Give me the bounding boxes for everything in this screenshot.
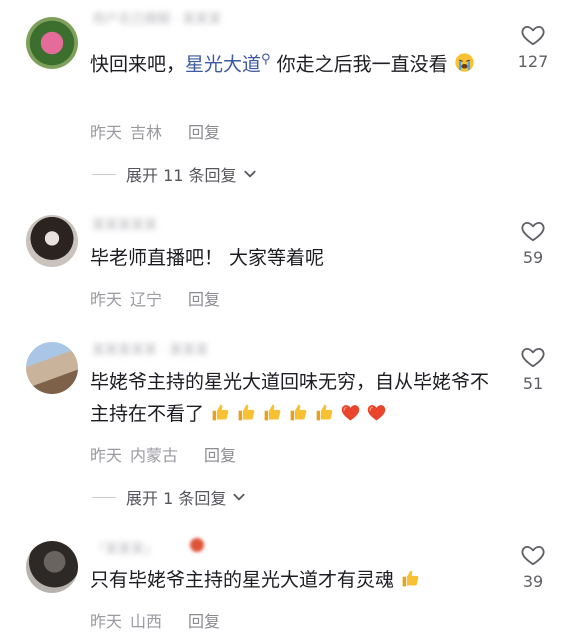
username-badge	[190, 538, 204, 552]
comment-time: 昨天	[90, 290, 123, 309]
like-button[interactable]: 51	[508, 344, 558, 393]
comment-text: 毕老师直播吧！ 大家等着呢	[90, 247, 325, 269]
comment-text: 只有毕姥爷主持的星光大道才有灵魂	[90, 564, 510, 596]
comment-time: 昨天	[90, 612, 123, 631]
expand-replies-button[interactable]: 展开 11 条回复	[92, 162, 257, 186]
heart-outline-icon[interactable]	[520, 218, 546, 244]
like-button[interactable]: 59	[508, 218, 558, 267]
search-link[interactable]: 星光大道	[185, 53, 261, 75]
search-icon[interactable]: ⚲	[261, 52, 271, 67]
heart-outline-icon[interactable]	[520, 542, 546, 568]
expand-replies-button[interactable]: 展开 1 条回复	[92, 485, 246, 509]
expand-replies-label: 展开 11 条回复	[126, 166, 237, 185]
thumbs-up-icon	[288, 402, 309, 423]
comment-location: 辽宁	[130, 290, 163, 309]
comment-meta: 昨天 辽宁 回复	[90, 286, 228, 310]
avatar[interactable]	[26, 342, 78, 394]
reply-button[interactable]: 回复	[188, 123, 220, 142]
chevron-down-icon	[232, 490, 246, 504]
comment-location: 山西	[130, 612, 163, 631]
expand-divider	[92, 496, 116, 498]
like-count: 127	[517, 52, 549, 71]
comment-time: 昨天	[90, 446, 123, 465]
comment-meta: 昨天 吉林 回复	[90, 119, 228, 143]
comment-username[interactable]: 某某某某某 · 某某某	[92, 339, 208, 358]
comment-text-content: 只有毕姥爷主持的星光大道才有灵魂	[90, 569, 395, 591]
heart-icon	[340, 402, 361, 423]
reply-button[interactable]: 回复	[204, 446, 236, 465]
avatar[interactable]	[26, 541, 78, 593]
like-count: 51	[522, 374, 544, 393]
chevron-down-icon	[243, 167, 257, 181]
heart-outline-icon[interactable]	[520, 344, 546, 370]
thumbs-up-icon	[314, 402, 335, 423]
reply-button[interactable]: 回复	[188, 612, 220, 631]
comment-location: 吉林	[130, 123, 163, 142]
comment-time: 昨天	[90, 123, 123, 142]
thumbs-up-icon	[400, 568, 421, 589]
heart-icon	[366, 402, 387, 423]
comment-meta: 昨天 山西 回复	[90, 608, 228, 632]
thumbs-up-icon	[236, 402, 257, 423]
like-count: 59	[522, 248, 544, 267]
like-button[interactable]: 127	[508, 22, 558, 71]
comment-username[interactable]: 「某某某」	[92, 538, 157, 557]
comment-text: 快回来吧，星光大道⚲ 你走之后我一直没看	[90, 44, 510, 80]
comment-username[interactable]: 某某某某某	[92, 214, 157, 233]
avatar[interactable]	[26, 17, 78, 69]
avatar[interactable]	[26, 215, 78, 267]
reply-button[interactable]: 回复	[188, 290, 220, 309]
comment-text: 毕姥爷主持的星光大道回味无穷，自从毕姥爷不主持在不看了	[90, 366, 500, 430]
expand-replies-label: 展开 1 条回复	[126, 489, 227, 508]
comment-text-prefix: 快回来吧，	[90, 53, 186, 76]
thumbs-up-icon	[262, 402, 283, 423]
comment-meta: 昨天 内蒙古 回复	[90, 442, 244, 466]
thumbs-up-icon	[210, 402, 231, 423]
comment-text-suffix: 你走之后我一直没看	[270, 53, 448, 76]
expand-divider	[92, 173, 116, 175]
like-count: 39	[522, 572, 544, 591]
like-button[interactable]: 39	[508, 542, 558, 591]
comment-location: 内蒙古	[130, 446, 179, 465]
comment-username[interactable]: 用户名已模糊 · 某某某	[92, 8, 221, 27]
heart-outline-icon[interactable]	[520, 22, 546, 48]
crying-emoji-icon	[454, 53, 474, 73]
